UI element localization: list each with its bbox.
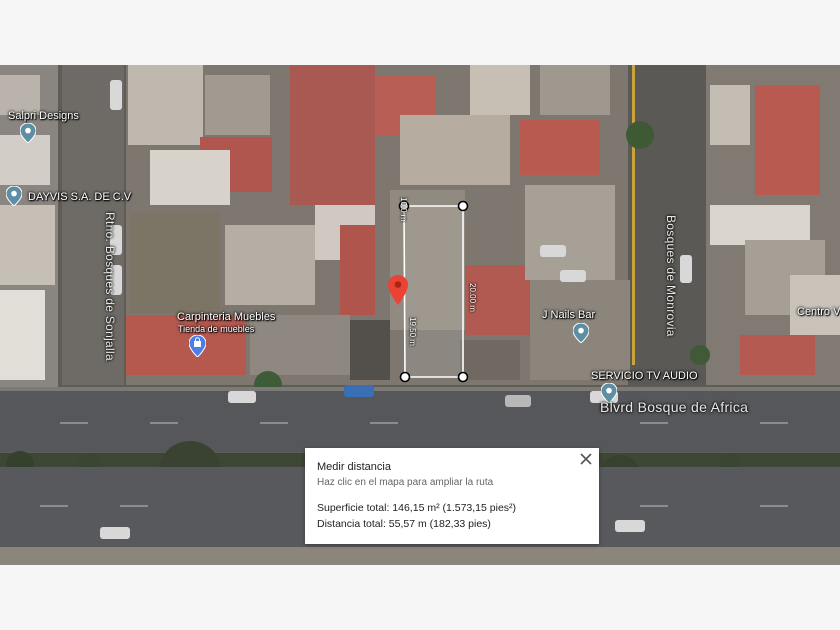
poi-sublabel-carpinteria: Tienda de muebles — [178, 324, 255, 334]
measure-label-left: 19.50 m — [407, 317, 417, 346]
measure-label-right: 20.00 m — [467, 283, 477, 312]
total-distance: Distancia total: 55,57 m (182,33 pies) — [317, 518, 491, 530]
location-pin-icon[interactable] — [388, 275, 408, 305]
poi-label-centro[interactable]: Centro V — [797, 306, 840, 318]
measure-polygon[interactable] — [398, 200, 469, 383]
street-label-monrovia: Bosques de Monrovia — [664, 215, 678, 337]
total-area: Superficie total: 146,15 m² (1.573,15 pi… — [317, 502, 517, 514]
poi-label-salpri[interactable]: Salpri Designs — [8, 110, 79, 122]
panel-title: Medir distancia — [317, 461, 391, 473]
measure-label-top: 10.0 m — [399, 197, 408, 222]
poi-label-dayvis[interactable]: DAYVIS S.A. DE C.V — [28, 191, 131, 203]
close-icon[interactable] — [580, 453, 592, 465]
measure-distance-panel: Medir distancia Haz clic en el mapa para… — [305, 448, 599, 544]
shopping-bag-icon[interactable] — [189, 335, 206, 357]
poi-label-jnails[interactable]: J Nails Bar — [542, 309, 595, 321]
poi-label-carpinteria[interactable]: Carpinteria Muebles — [177, 311, 275, 323]
place-marker-icon[interactable] — [20, 123, 36, 143]
panel-hint: Haz clic en el mapa para ampliar la ruta — [317, 477, 494, 488]
place-marker-icon[interactable] — [573, 323, 589, 343]
poi-label-servicio[interactable]: SERVICIO TV AUDIO — [591, 370, 698, 382]
street-label-sonjalla: Rtno. Bosques de Sonjalla — [103, 212, 117, 361]
close-icon[interactable] — [577, 450, 595, 468]
street-label-africa: Blvrd Bosque de Africa — [600, 399, 749, 415]
place-marker-icon[interactable] — [6, 186, 22, 206]
